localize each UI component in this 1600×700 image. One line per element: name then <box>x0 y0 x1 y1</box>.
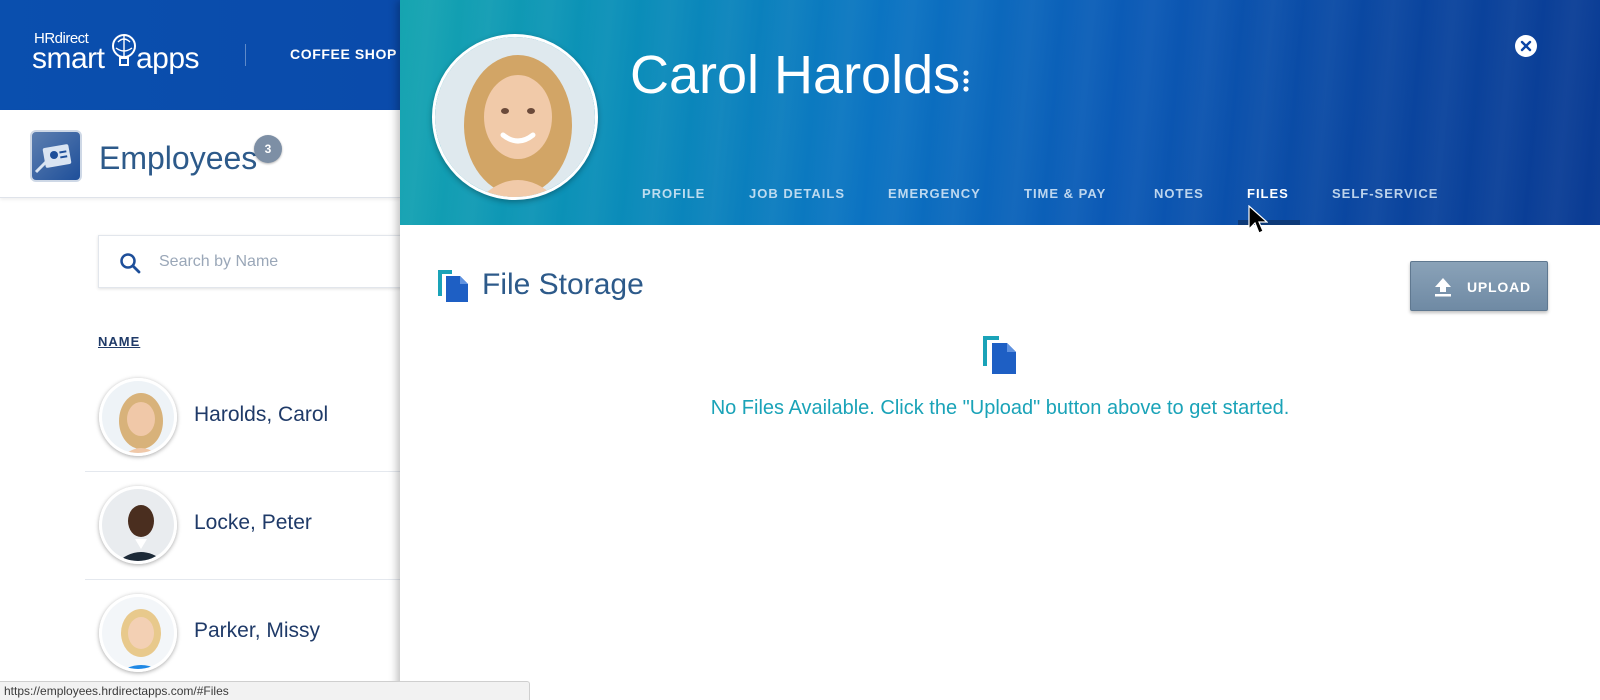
employee-name: Parker, Missy <box>194 619 321 642</box>
employee-name: Harolds, Carol <box>194 403 329 426</box>
employee-detail-header: Carol Harolds PROFILE JOB DETAILS EMERGE… <box>400 0 1600 225</box>
tab-files[interactable]: FILES <box>1247 186 1289 201</box>
tab-self-service[interactable]: SELF-SERVICE <box>1332 186 1438 201</box>
tab-profile[interactable]: PROFILE <box>642 186 705 201</box>
employee-list-item[interactable]: Harolds, Carol <box>85 362 400 472</box>
employee-list-item[interactable]: Parker, Missy <box>85 578 400 688</box>
page-title: Employees <box>99 140 258 176</box>
employee-detail-panel: Carol Harolds PROFILE JOB DETAILS EMERGE… <box>400 0 1600 700</box>
employee-full-name: Carol Harolds <box>630 45 961 105</box>
employee-count-badge: 3 <box>254 135 282 163</box>
logo-apps-text: apps <box>136 42 200 75</box>
employees-app-icon <box>30 130 82 182</box>
upload-button[interactable]: UPLOAD <box>1410 261 1548 311</box>
company-name[interactable]: COFFEE SHOP C <box>290 46 412 62</box>
employee-avatar <box>99 378 177 456</box>
file-copy-icon <box>983 336 1016 374</box>
employee-avatar <box>99 594 177 672</box>
search-input[interactable] <box>159 236 399 287</box>
close-icon[interactable] <box>1515 35 1537 57</box>
more-vertical-icon[interactable] <box>960 70 972 92</box>
tab-emergency[interactable]: EMERGENCY <box>888 186 981 201</box>
search-icon <box>120 253 141 274</box>
empty-files-message: No Files Available. Click the "Upload" b… <box>710 397 1290 419</box>
employee-profile-photo[interactable] <box>432 34 598 200</box>
id-badge-icon <box>34 144 72 174</box>
section-title: File Storage <box>482 268 644 301</box>
employee-avatar <box>99 486 177 564</box>
employee-list-item[interactable]: Locke, Peter <box>85 470 400 580</box>
employees-header: Employees 3 <box>0 110 400 198</box>
name-column-header[interactable]: NAME <box>98 334 140 349</box>
lightbulb-icon <box>112 34 136 66</box>
employee-name: Locke, Peter <box>194 511 312 534</box>
tab-job-details[interactable]: JOB DETAILS <box>749 186 845 201</box>
file-copy-icon <box>438 270 468 302</box>
logo-smart-text: smart <box>32 42 105 75</box>
employee-detail-tabs: PROFILE JOB DETAILS EMERGENCY TIME & PAY… <box>400 186 1600 212</box>
upload-button-label: UPLOAD <box>1467 279 1531 295</box>
header-divider <box>245 44 246 66</box>
tab-notes[interactable]: NOTES <box>1154 186 1204 201</box>
browser-status-bar: https://employees.hrdirectapps.com/#File… <box>0 681 530 700</box>
tab-time-and-pay[interactable]: TIME & PAY <box>1024 186 1106 201</box>
upload-icon <box>1435 278 1451 297</box>
employee-search-box <box>98 235 408 288</box>
hrdirect-smartapps-logo[interactable]: HRdirect smart apps <box>32 30 207 80</box>
mouse-cursor-icon <box>1248 205 1268 234</box>
